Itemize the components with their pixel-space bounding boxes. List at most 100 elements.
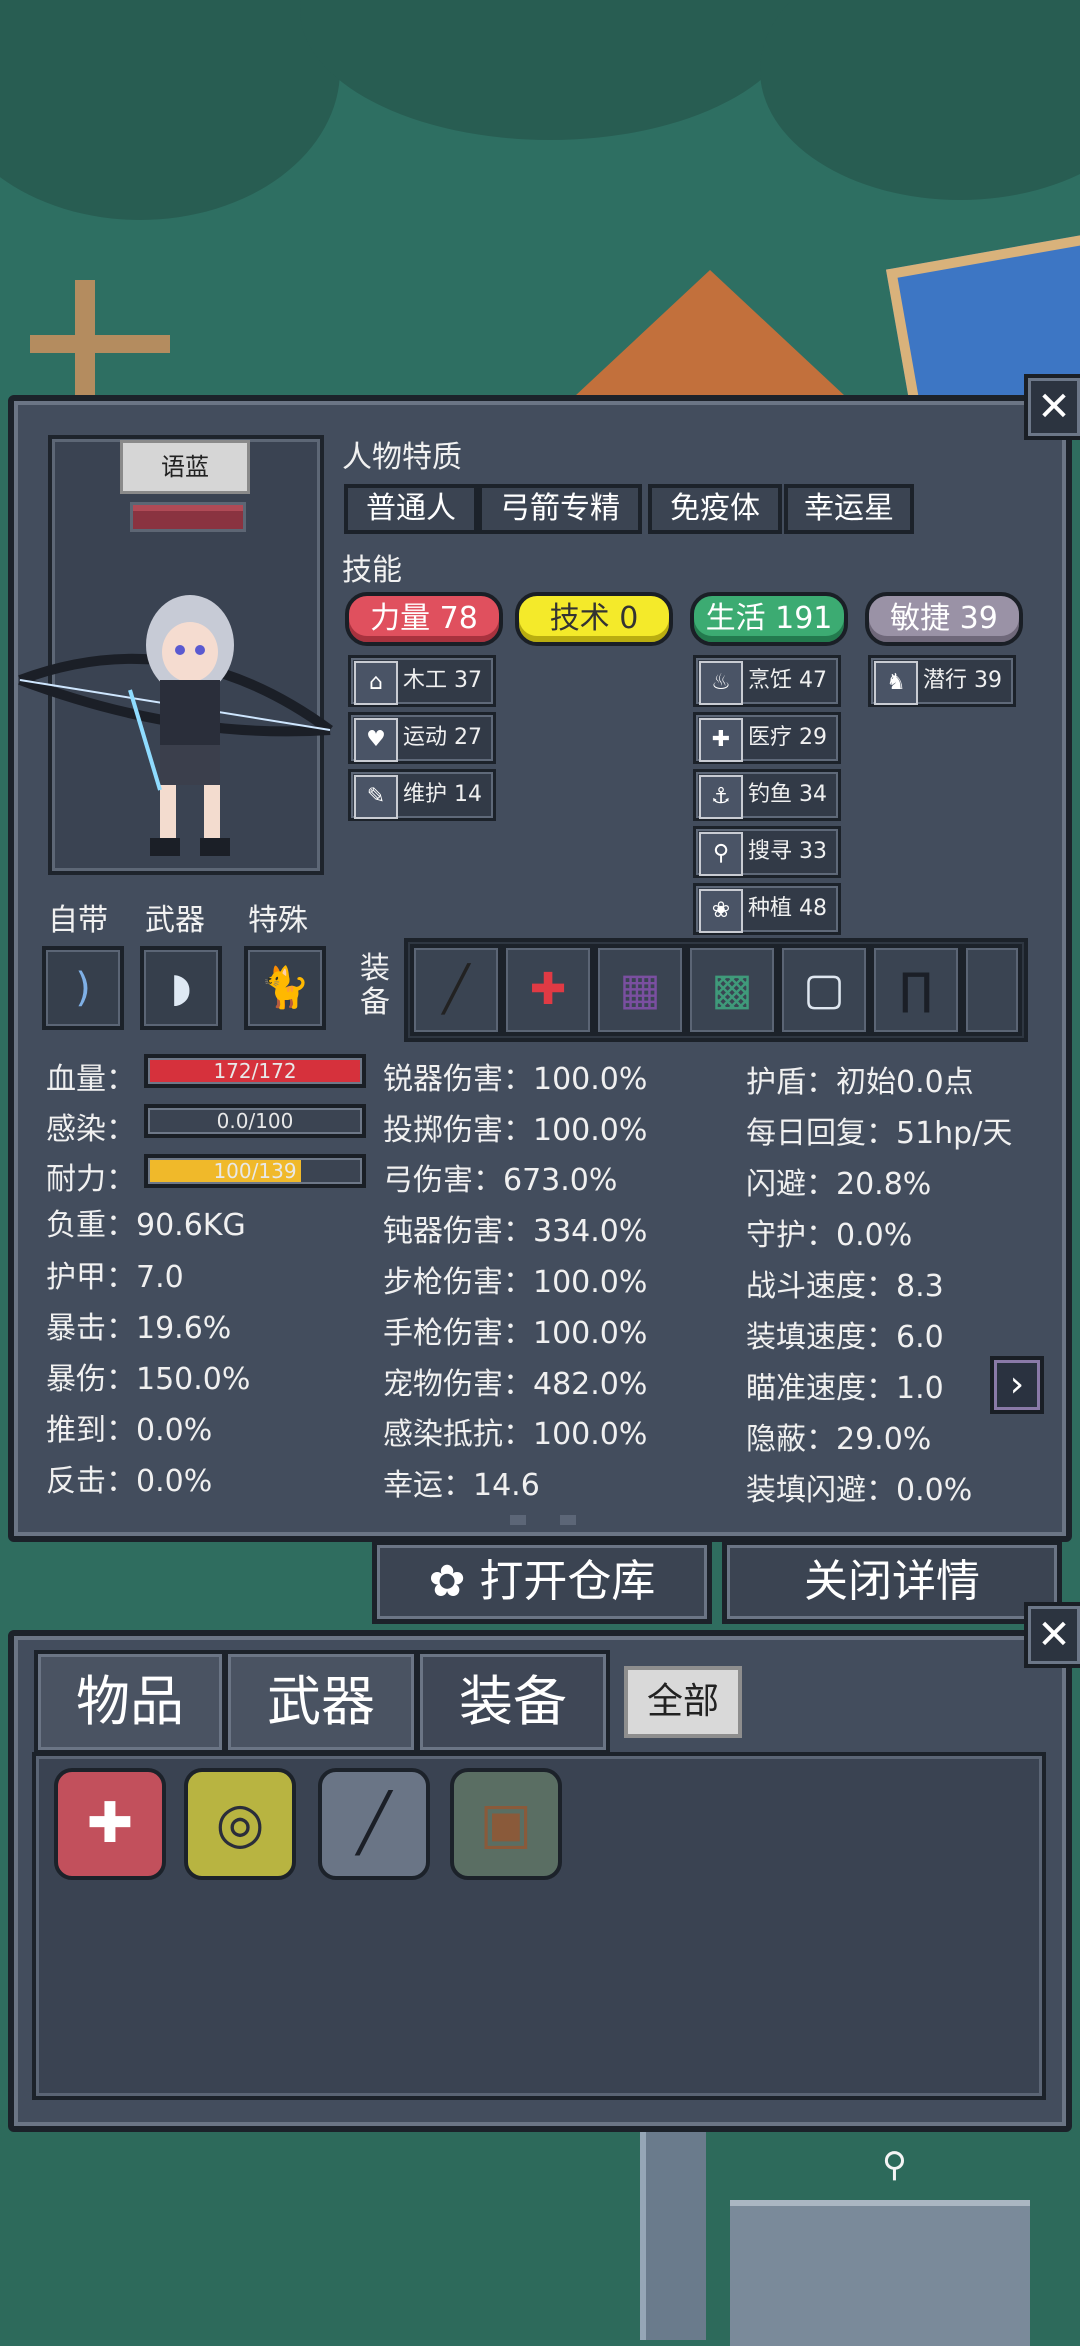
trait-archery-specialist[interactable]: 弓箭专精 <box>478 484 642 534</box>
inventory-item-goggles[interactable]: ◎ <box>184 1768 296 1880</box>
close-character-panel-button[interactable]: ✕ <box>1024 374 1080 440</box>
archer-character-sprite <box>18 595 333 856</box>
equipment-label: 装备 <box>360 951 390 1020</box>
medkit-icon: ✚ <box>699 718 743 762</box>
stat-bow-damage: 弓伤害：673.0% <box>383 1163 618 1198</box>
stamina-bar: 100/139 <box>144 1154 366 1188</box>
stat-shield: 护盾：初始0.0点 <box>746 1065 974 1100</box>
skill-label: 医疗 29 <box>748 725 827 750</box>
skill-cooking[interactable]: ♨ 烹饪 47 <box>693 655 841 707</box>
skill-fishing[interactable]: ⚓ 钓鱼 34 <box>693 769 841 821</box>
tab-weapons[interactable]: 武器 <box>224 1650 418 1754</box>
skill-carpentry[interactable]: ⌂ 木工 37 <box>348 655 496 707</box>
skill-label: 潜行 39 <box>923 668 1002 693</box>
skill-sports[interactable]: ♥ 运动 27 <box>348 712 496 764</box>
stat-knockdown: 推到：0.0% <box>46 1413 213 1448</box>
stone-pillar-decoration <box>640 2130 706 2340</box>
open-storage-label: 打开仓库 <box>479 1556 656 1607</box>
heart-icon: ♥ <box>354 718 398 762</box>
pet-cat-icon: 🐈 <box>260 965 310 1011</box>
hp-value: 172/172 <box>213 1059 297 1083</box>
stat-pet-damage: 宠物伤害：482.0% <box>383 1367 648 1402</box>
stat-throw-damage: 投掷伤害：100.0% <box>383 1113 648 1148</box>
house-icon: ⌂ <box>354 661 398 705</box>
equip-slot-pants[interactable]: ∏ <box>870 944 962 1036</box>
stat-aim-speed: 瞄准速度：1.0 <box>746 1371 944 1406</box>
attribute-agility[interactable]: 敏捷 39 <box>865 592 1023 646</box>
sneak-icon: ♞ <box>874 661 918 705</box>
builtin-slot[interactable]: ) <box>42 946 124 1030</box>
tab-equipment[interactable]: 装备 <box>416 1650 610 1754</box>
map-pin-icon[interactable]: ⚲ <box>882 2145 907 2185</box>
stat-crit: 暴击：19.6% <box>46 1311 232 1346</box>
page-indicator-dot <box>560 1515 576 1525</box>
slot-label-weapon: 武器 <box>145 903 205 938</box>
attribute-technique[interactable]: 技术 0 <box>515 592 673 646</box>
inventory-item-medkit[interactable]: ✚ <box>54 1768 166 1880</box>
skill-label: 维护 14 <box>403 782 482 807</box>
stat-armor: 护甲：7.0 <box>46 1260 184 1295</box>
trait-immune[interactable]: 免疫体 <box>648 484 782 534</box>
attribute-life[interactable]: 生活 191 <box>690 592 848 646</box>
character-name: 语蓝 <box>120 440 250 494</box>
inventory-item-flashlight[interactable]: ╱ <box>318 1768 430 1880</box>
next-page-button[interactable]: › <box>990 1356 1044 1414</box>
equip-slot-bag[interactable]: ▢ <box>778 944 870 1036</box>
stat-counter: 反击：0.0% <box>46 1464 213 1499</box>
flashlight-item-icon: ╱ <box>357 1791 391 1856</box>
close-inventory-button[interactable]: ✕ <box>1024 1602 1080 1668</box>
skill-planting[interactable]: ❀ 种植 48 <box>693 883 841 935</box>
infection-label: 感染： <box>46 1112 136 1147</box>
stat-blunt-damage: 钝器伤害：334.0% <box>383 1214 648 1249</box>
flashlight-icon: ╱ <box>442 964 470 1015</box>
skill-label: 木工 37 <box>403 668 482 693</box>
equip-slot-empty[interactable] <box>962 944 1022 1036</box>
wooden-cross-bar-decoration <box>30 335 170 353</box>
open-storage-button[interactable]: ✿ 打开仓库 <box>372 1540 712 1624</box>
pot-icon: ♨ <box>699 661 743 705</box>
skill-searching[interactable]: ⚲ 搜寻 33 <box>693 826 841 878</box>
fishing-icon: ⚓ <box>699 775 743 819</box>
stamina-label: 耐力： <box>46 1162 136 1197</box>
tab-items[interactable]: 物品 <box>34 1650 226 1754</box>
stat-attack-speed: 战斗速度：8.3 <box>746 1269 944 1304</box>
special-slot[interactable]: 🐈 <box>244 946 326 1030</box>
character-health-mini-bar <box>130 502 246 532</box>
infection-bar: 0.0/100 <box>144 1104 366 1138</box>
medkit-item-icon: ✚ <box>86 1791 134 1856</box>
skill-stealth[interactable]: ♞ 潜行 39 <box>868 655 1016 707</box>
medkit-icon: ✚ <box>529 964 567 1015</box>
equip-slot-armor[interactable]: ▩ <box>686 944 778 1036</box>
trait-lucky-star[interactable]: 幸运星 <box>784 484 914 534</box>
storage-icon: ✿ <box>428 1556 466 1607</box>
skill-medical[interactable]: ✚ 医疗 29 <box>693 712 841 764</box>
skills-label: 技能 <box>342 553 402 588</box>
stat-reload-dodge: 装填闪避：0.0% <box>746 1473 973 1508</box>
filter-all-button[interactable]: 全部 <box>624 1666 742 1738</box>
equip-slot-flashlight[interactable]: ╱ <box>410 944 502 1036</box>
bow-weapon-icon: ◗ <box>170 965 192 1011</box>
skill-label: 烹饪 47 <box>748 668 827 693</box>
close-details-button[interactable]: 关闭详情 <box>722 1540 1062 1624</box>
infection-value: 0.0/100 <box>216 1109 294 1133</box>
weapon-slot[interactable]: ◗ <box>140 946 222 1030</box>
stat-luck: 幸运：14.6 <box>383 1468 540 1503</box>
equip-slot-vest[interactable]: ▦ <box>594 944 686 1036</box>
stat-reload-speed: 装填速度：6.0 <box>746 1320 944 1355</box>
skill-maintenance[interactable]: ✎ 维护 14 <box>348 769 496 821</box>
stat-dodge: 闪避：20.8% <box>746 1167 932 1202</box>
equip-slot-medkit[interactable]: ✚ <box>502 944 594 1036</box>
backpack-item-icon: ▣ <box>479 1791 533 1856</box>
trait-ordinary[interactable]: 普通人 <box>344 484 478 534</box>
inventory-item-backpack[interactable]: ▣ <box>450 1768 562 1880</box>
bow-icon: ) <box>75 965 91 1011</box>
skill-label: 钓鱼 34 <box>748 782 827 807</box>
traits-label: 人物特质 <box>342 440 462 475</box>
attribute-strength[interactable]: 力量 78 <box>345 592 503 646</box>
stone-wall-decoration <box>730 2200 1030 2346</box>
stat-daily-regen: 每日回复：51hp/天 <box>746 1116 1013 1151</box>
stat-crit-damage: 暴伤：150.0% <box>46 1362 251 1397</box>
hp-label: 血量： <box>46 1062 136 1097</box>
skill-label: 运动 27 <box>403 725 482 750</box>
bag-icon: ▢ <box>803 964 845 1015</box>
